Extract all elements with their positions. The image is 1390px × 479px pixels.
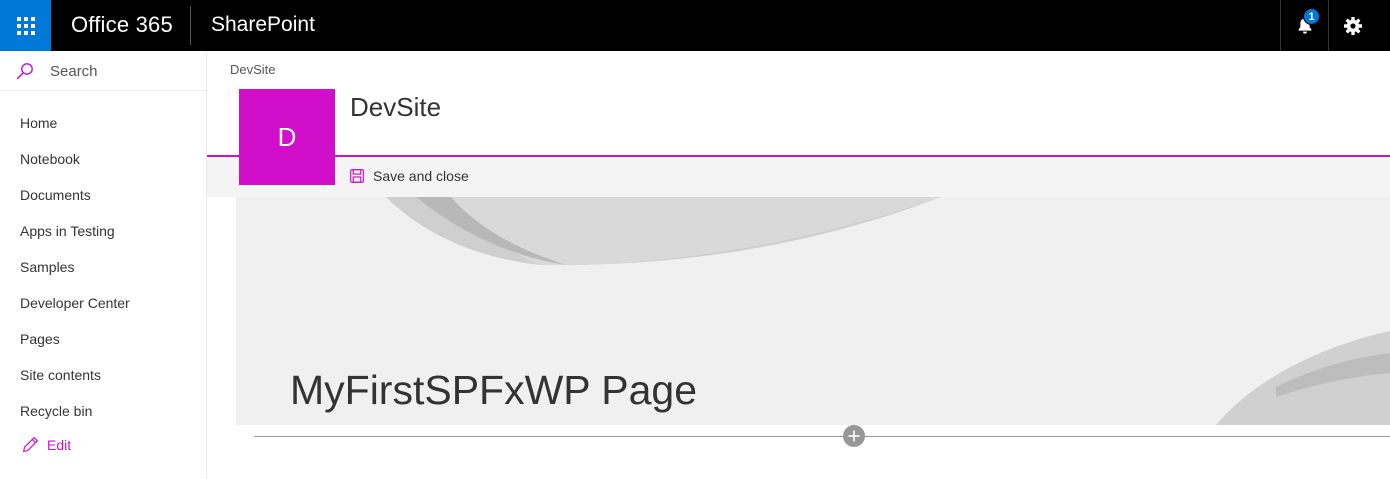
search-placeholder: Search — [50, 63, 98, 80]
edit-links-button[interactable]: Edit — [22, 436, 71, 453]
left-navigation: Search Home Notebook Documents Apps in T… — [0, 51, 207, 479]
nav-item-site-contents[interactable]: Site contents — [0, 357, 206, 393]
sharepoint-link[interactable]: SharePoint — [211, 13, 315, 37]
add-section-button[interactable] — [843, 425, 865, 447]
settings-button[interactable] — [1328, 0, 1376, 51]
site-logo-letter: D — [277, 121, 297, 152]
search-box[interactable]: Search — [0, 51, 206, 91]
site-logo[interactable]: D — [239, 89, 335, 185]
nav-item-documents[interactable]: Documents — [0, 177, 206, 213]
plus-icon — [848, 430, 860, 442]
office-365-link[interactable]: Office 365 — [71, 12, 173, 38]
nav-item-pages[interactable]: Pages — [0, 321, 206, 357]
nav-item-recycle-bin[interactable]: Recycle bin — [0, 393, 206, 429]
nav-item-samples[interactable]: Samples — [0, 249, 206, 285]
app-launcher-button[interactable] — [0, 0, 51, 51]
search-icon — [16, 63, 33, 80]
command-bar: Save and close — [207, 157, 1390, 197]
notifications-button[interactable]: 1 — [1280, 0, 1328, 51]
page-title[interactable]: MyFirstSPFxWP Page — [290, 367, 697, 414]
nav-item-apps-in-testing[interactable]: Apps in Testing — [0, 213, 206, 249]
nav-item-home[interactable]: Home — [0, 105, 206, 141]
page-title-banner: MyFirstSPFxWP Page — [236, 197, 1390, 425]
nav-list: Home Notebook Documents Apps in Testing … — [0, 105, 206, 429]
nav-item-developer-center[interactable]: Developer Center — [0, 285, 206, 321]
suite-bar: Office 365 SharePoint 1 — [0, 0, 1390, 51]
save-and-close-button[interactable]: Save and close — [350, 168, 469, 184]
suite-divider — [190, 6, 191, 45]
app-launcher-icon — [16, 16, 35, 35]
pencil-icon — [23, 437, 38, 452]
breadcrumb[interactable]: DevSite — [230, 62, 276, 77]
nav-item-notebook[interactable]: Notebook — [0, 141, 206, 177]
save-icon — [350, 169, 364, 183]
save-and-close-label: Save and close — [373, 168, 469, 184]
gear-icon — [1343, 16, 1362, 35]
edit-links-label: Edit — [47, 436, 72, 453]
notification-count-badge: 1 — [1303, 8, 1320, 25]
site-title[interactable]: DevSite — [350, 92, 441, 123]
section-divider — [254, 436, 1390, 437]
